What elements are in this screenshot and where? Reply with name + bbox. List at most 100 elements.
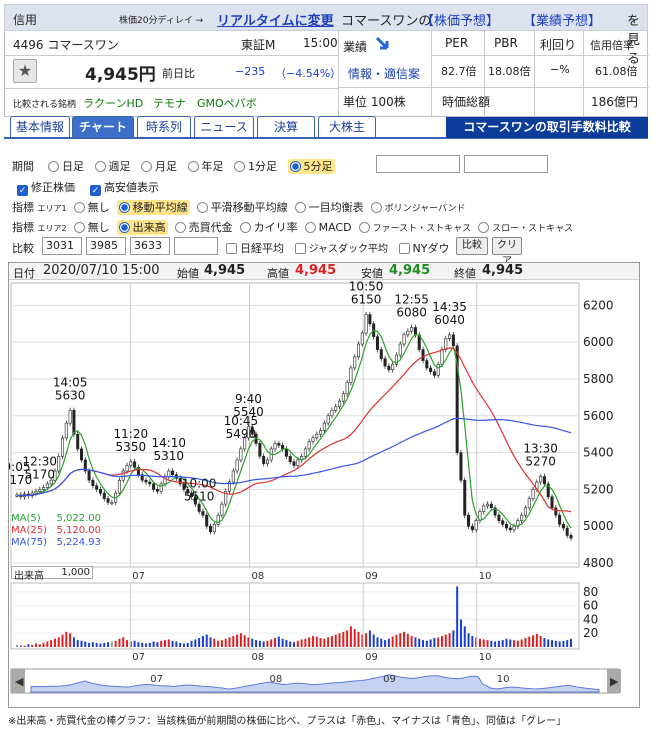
volume-bar (141, 642, 144, 647)
candle-body (440, 349, 444, 365)
info-disclosure-link[interactable]: 情報・適信案 (348, 65, 420, 82)
compare-code-2[interactable]: 3985 (86, 237, 126, 255)
market-cap-label: 時価総額 (442, 95, 491, 109)
market-name: 東証M (241, 38, 276, 52)
volume-bar (236, 634, 239, 647)
candle-body (425, 360, 429, 369)
volume-bar (399, 633, 402, 647)
period-monthly[interactable]: 月足 (141, 160, 177, 173)
compare-code-4[interactable] (174, 237, 218, 255)
period-weekly[interactable]: 週足 (94, 160, 131, 173)
tab-timeseries[interactable]: 時系列 (137, 116, 191, 138)
nikkei-check[interactable]: 日経平均 (226, 242, 284, 255)
clear-button[interactable]: クリア (492, 237, 522, 267)
candle-body (125, 465, 129, 472)
tab-news[interactable]: ニュース (194, 116, 254, 138)
tab-earnings[interactable]: 決算 (257, 116, 315, 138)
earnings-forecast-link[interactable]: 【業績予想】 (523, 10, 601, 29)
jasdaq-check[interactable]: ジャスダック平均 (294, 243, 388, 255)
candle-body (375, 336, 379, 350)
volume-bar (16, 644, 18, 647)
high-time-annotation: 10:00 (182, 476, 217, 490)
area2-none[interactable]: 無し (73, 221, 110, 234)
volume-bar (110, 641, 113, 647)
price-tick-label: 4800 (583, 556, 614, 570)
top-bar: 信用 株価20分ディレイ → リアルタイムに変更 コマースワンの 【株価予想】 … (4, 4, 648, 67)
period-daily[interactable]: 日足 (48, 160, 84, 173)
candle-body (338, 400, 342, 407)
candle-body (349, 367, 353, 383)
compare-code-1[interactable]: 3031 (42, 237, 82, 255)
volume-bar (566, 640, 569, 647)
volume-bar (277, 636, 280, 647)
candle-body (72, 409, 76, 435)
period-to-input[interactable] (464, 155, 548, 173)
tab-basic-info[interactable]: 基本情報 (10, 116, 70, 138)
star-icon[interactable]: ★ (13, 59, 37, 83)
period-5min[interactable]: 5分足 (287, 159, 335, 174)
volume-bar (61, 634, 64, 647)
candle-body (106, 498, 110, 503)
candle-body (129, 461, 133, 466)
tab-major-shareholders[interactable]: 大株主 (318, 116, 376, 138)
area1-ma[interactable]: 移動平均線 (116, 200, 190, 215)
area2-volume[interactable]: 出来高 (116, 220, 168, 235)
area2-deviation[interactable]: カイリ率 (239, 221, 298, 234)
volume-bar (372, 634, 375, 647)
volume-bar (95, 642, 98, 647)
candle-body (117, 479, 121, 494)
area2-macd[interactable]: MACD (304, 221, 352, 234)
candle-body (258, 443, 262, 457)
period-yearly[interactable]: 年足 (187, 160, 224, 173)
tab-chart[interactable]: チャート (72, 116, 134, 138)
area2-turnover[interactable]: 売買代金 (174, 221, 233, 234)
compare-link-2[interactable]: テモナ (153, 95, 186, 111)
volume-bar (262, 641, 265, 647)
fee-comparison-banner[interactable]: コマースワンの取引手数料比較 (446, 117, 648, 138)
nydow-check[interactable]: NYダウ (398, 242, 449, 255)
area1-smoothed-ma[interactable]: 平滑移動平均線 (196, 201, 288, 214)
period-1min[interactable]: 1分足 (234, 160, 277, 173)
date-tick-label: 07 (132, 571, 145, 582)
volume-bar (380, 638, 383, 647)
candle-body (334, 406, 338, 411)
period-from-input[interactable] (376, 155, 460, 173)
candle-body (212, 524, 216, 533)
navigator-left-arrow-icon: ◀ (15, 675, 24, 688)
stock-info-box: 4496 コマースワン 東証M 15:00 ★ 4,945円 前日比 −235 … (4, 31, 649, 117)
candle-body (508, 527, 512, 531)
compare-button[interactable]: 比較 (456, 237, 488, 255)
area2-fast-stoch[interactable]: ファースト・ストキャス (358, 222, 471, 234)
area1-bollinger[interactable]: ボリンジャーバンド (370, 202, 466, 214)
adjusted-price-check[interactable]: ✓ 修正株価 (17, 179, 75, 196)
volume-bar (217, 640, 220, 647)
price-chart-svg[interactable]: 4800 5000 5200 5400 5600 5800 6000 6200 07 08 09 10… (9, 281, 639, 707)
candle-body (326, 415, 330, 424)
candle-body (265, 459, 269, 464)
candle-body (451, 334, 455, 347)
stock-forecast-link[interactable]: 【株価予想】 (421, 10, 499, 29)
volume-bar (300, 639, 303, 647)
navigator-date-label: 07 (150, 674, 163, 685)
high-low-check[interactable]: ✓ 高安値表示 (90, 179, 159, 196)
volume-bar (365, 633, 368, 647)
area1-none[interactable]: 無し (73, 201, 110, 214)
volume-bar (319, 638, 322, 647)
volume-bar (334, 634, 337, 647)
realtime-link[interactable]: リアルタイムに変更 (217, 10, 334, 29)
compare-code-3[interactable]: 3633 (130, 237, 170, 255)
compare-link-3[interactable]: GMOペパボ (197, 95, 257, 111)
period-label: 期間 (12, 160, 34, 173)
navigator-right-arrow-icon: ▶ (610, 675, 619, 688)
compare-link-1[interactable]: ラクーンHD (83, 95, 143, 111)
candle-body (133, 461, 137, 468)
high-time-annotation: 14:35 (432, 300, 467, 314)
ohlc-date-label: 日付 (13, 267, 35, 280)
volume-bar (323, 638, 326, 647)
volume-bar (38, 644, 41, 647)
area1-ichimoku[interactable]: 一目均衡表 (294, 201, 364, 214)
area2-slow-stoch[interactable]: スロー・ストキャス (478, 222, 573, 234)
stock-code-name: 4496 コマースワン (13, 38, 119, 52)
volume-bar (270, 639, 273, 647)
volume-bar (23, 645, 26, 647)
